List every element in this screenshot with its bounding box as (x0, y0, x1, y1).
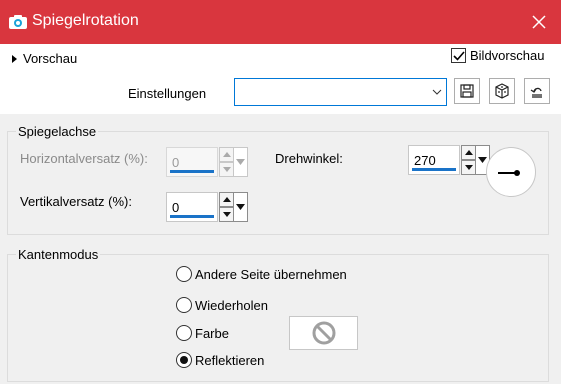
rotation-value: 270 (414, 153, 436, 168)
radio-label: Farbe (195, 325, 229, 341)
radio-circle[interactable] (176, 352, 192, 368)
chevron-down-icon[interactable] (428, 79, 446, 105)
radio-andere-seite[interactable]: Andere Seite übernehmen (176, 266, 347, 282)
window-title: Spiegelrotation (32, 12, 139, 29)
radio-circle[interactable] (176, 325, 192, 341)
reset-icon (530, 87, 542, 98)
radio-selected-dot (180, 356, 188, 364)
rotation-label: Drehwinkel: (275, 151, 343, 166)
vertical-offset-label: Vertikalversatz (%): (20, 194, 132, 209)
decrement-button[interactable] (219, 207, 234, 222)
arrow-down-icon (464, 165, 473, 170)
vertical-offset-dropdown[interactable] (234, 192, 248, 222)
radio-label: Andere Seite übernehmen (195, 266, 347, 282)
arrow-up-icon (464, 150, 473, 155)
caret-down-icon (478, 157, 487, 163)
decrement-button[interactable] (461, 160, 476, 175)
arrow-up-icon (222, 152, 231, 157)
checkmark-icon (452, 50, 465, 61)
value-slider-bar[interactable] (170, 215, 214, 218)
rotation-input[interactable]: 270 (408, 145, 460, 175)
horizontal-offset-spinner: 0 (166, 147, 248, 177)
radio-circle[interactable] (176, 297, 192, 313)
expand-arrow-icon (12, 54, 17, 63)
settings-label: Einstellungen (128, 86, 207, 101)
radio-label: Reflektieren (195, 352, 265, 368)
angle-dial-icon (498, 170, 520, 176)
arrow-down-icon (222, 167, 231, 172)
caret-down-icon (236, 159, 245, 165)
color-swatch-button[interactable] (289, 316, 358, 350)
arrow-down-icon (222, 212, 231, 217)
settings-dropdown[interactable] (234, 78, 447, 106)
no-symbol-icon (312, 321, 335, 345)
vertical-offset-value: 0 (172, 200, 180, 215)
camera-icon (8, 14, 28, 30)
radio-farbe[interactable]: Farbe (176, 325, 229, 341)
horizontal-offset-label: Horizontalversatz (%): (20, 151, 148, 166)
increment-button (219, 147, 234, 162)
random-dice-icon (495, 83, 509, 99)
rotation-dial[interactable] (486, 147, 536, 197)
horizontal-offset-value: 0 (172, 155, 180, 170)
rotation-spinner[interactable]: 270 (408, 145, 490, 175)
random-settings-button[interactable] (489, 78, 515, 104)
horizontal-offset-input: 0 (166, 147, 218, 177)
close-button[interactable] (517, 0, 561, 44)
kantenmodus-legend: Kantenmodus (16, 247, 101, 262)
caret-down-icon (236, 204, 245, 210)
save-settings-button[interactable] (454, 78, 480, 104)
title-bar: Spiegelrotation (0, 0, 561, 44)
value-slider-bar[interactable] (412, 168, 456, 171)
bildvorschau-label: Bildvorschau (470, 48, 545, 63)
radio-label: Wiederholen (195, 297, 268, 313)
vertical-offset-input[interactable]: 0 (166, 192, 218, 222)
spiegelachse-legend: Spiegelachse (16, 124, 99, 139)
horizontal-offset-dropdown (234, 147, 248, 177)
vertical-offset-spinner[interactable]: 0 (166, 192, 248, 222)
preview-label: Vorschau (23, 51, 78, 66)
radio-wiederholen[interactable]: Wiederholen (176, 297, 268, 313)
increment-button[interactable] (219, 192, 234, 207)
checkbox-box[interactable] (451, 48, 466, 63)
arrow-up-icon (222, 197, 231, 202)
radio-reflektieren[interactable]: Reflektieren (176, 352, 264, 368)
increment-button[interactable] (461, 145, 476, 160)
reset-settings-button[interactable] (524, 78, 550, 104)
bildvorschau-checkbox[interactable]: Bildvorschau (451, 48, 544, 63)
save-icon (460, 84, 474, 98)
decrement-button (219, 162, 234, 177)
radio-circle[interactable] (176, 266, 192, 282)
value-slider-bar (170, 170, 214, 173)
preview-toggle[interactable]: Vorschau (12, 51, 77, 66)
close-icon (532, 15, 546, 29)
